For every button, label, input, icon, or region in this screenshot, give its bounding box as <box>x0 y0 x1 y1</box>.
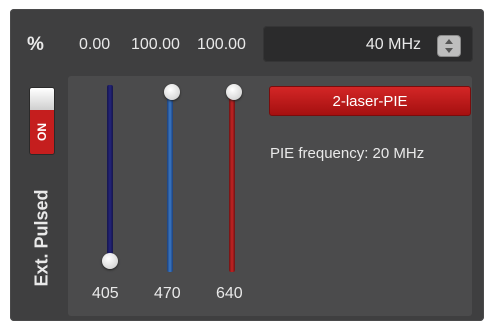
toggle-on-state: ON <box>30 110 54 154</box>
wavelength-label-405: 405 <box>92 285 119 302</box>
power-value-405: 0.00 <box>79 36 111 53</box>
frequency-selector[interactable]: 40 MHz <box>263 26 473 62</box>
pulsed-toggle-switch[interactable]: ON <box>29 87 55 155</box>
slider-track-640[interactable] <box>229 92 235 272</box>
pie-frequency-text: PIE frequency: 20 MHz <box>270 145 425 162</box>
mode-label: Ext. Pulsed <box>31 189 52 287</box>
slider-thumb-640[interactable] <box>226 84 242 100</box>
power-value-470: 100.00 <box>131 36 180 53</box>
slider-track-470[interactable] <box>167 92 173 272</box>
frequency-value: 40 MHz <box>365 36 421 53</box>
slider-thumb-470[interactable] <box>164 84 180 100</box>
frequency-stepper-icon[interactable] <box>437 35 461 57</box>
slider-track-405[interactable] <box>107 85 113 263</box>
toggle-knob <box>30 88 54 110</box>
wavelength-label-640: 640 <box>216 285 243 302</box>
toggle-on-label: ON <box>35 123 49 141</box>
wavelength-label-470: 470 <box>154 285 181 302</box>
percent-label: % <box>27 34 44 55</box>
pie-mode-button[interactable]: 2-laser-PIE <box>269 86 471 116</box>
slider-thumb-405[interactable] <box>102 253 118 269</box>
power-value-640: 100.00 <box>197 36 246 53</box>
